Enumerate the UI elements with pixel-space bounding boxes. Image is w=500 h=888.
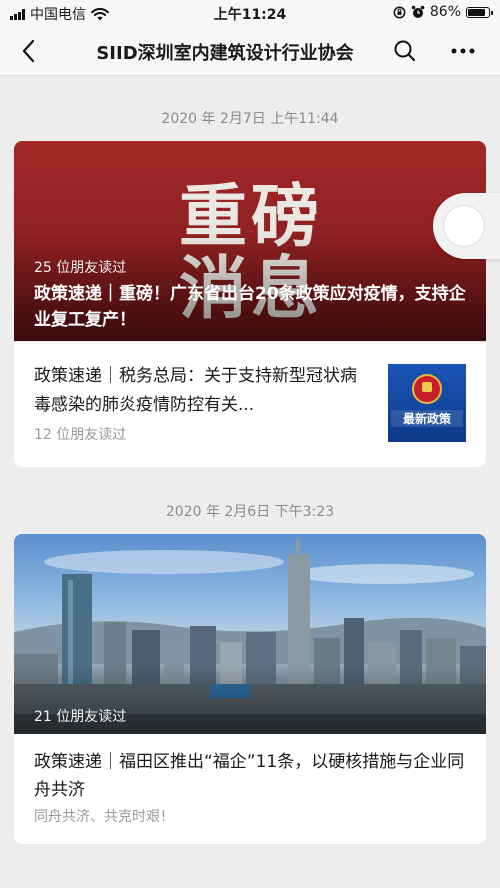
alarm-icon <box>411 5 425 18</box>
battery-fill <box>468 8 486 16</box>
floating-app-icon <box>443 205 485 247</box>
article-thumbnail: 最新政策 <box>388 364 466 442</box>
emblem-icon <box>412 374 442 404</box>
battery-percent: 86% <box>429 4 461 20</box>
read-count: 25 位朋友读过 <box>34 260 127 276</box>
more-dots-icon[interactable] <box>448 38 478 64</box>
article-card: 重磅 消息 25 位朋友读过 政策速递｜重磅！广东省出台20条政策应对疫情，支持… <box>14 141 486 467</box>
sub-article[interactable]: 政策速递｜税务总局：关于支持新型冠状病毒感染的肺炎疫情防控有关... 12 位朋… <box>14 341 486 467</box>
back-arrow-icon[interactable] <box>14 36 44 66</box>
read-count: 12 位朋友读过 <box>34 427 127 443</box>
battery-icon <box>466 6 493 18</box>
status-right: 86% <box>393 4 493 20</box>
search-icon[interactable] <box>392 38 418 64</box>
nav-bar: SIID深圳室内建筑设计行业协会 <box>0 26 500 76</box>
article-card[interactable]: 21 位朋友读过 政策速递｜福田区推出“福企”11条，以硬核措施与企业同舟共济 … <box>14 534 486 844</box>
feed-timestamp: 2020 年 2月6日 下午3:23 <box>165 504 335 520</box>
thumbnail-label: 最新政策 <box>391 410 463 427</box>
feed-timestamp: 2020 年 2月7日 上午11:44 <box>161 111 339 127</box>
hero-article[interactable]: 重磅 消息 25 位朋友读过 政策速递｜重磅！广东省出台20条政策应对疫情，支持… <box>14 141 486 341</box>
floating-window-bubble[interactable] <box>433 193 500 259</box>
hero-title: 政策速递｜重磅！广东省出台20条政策应对疫情，支持企业复工复产！ <box>34 284 466 330</box>
article-title: 政策速递｜福田区推出“福企”11条，以硬核措施与企业同舟共济 <box>34 752 465 800</box>
hero-image: 21 位朋友读过 <box>14 534 486 734</box>
read-count: 21 位朋友读过 <box>34 709 127 725</box>
page-title: SIID深圳室内建筑设计行业协会 <box>96 43 354 64</box>
status-bar: 中国电信 上午11:24 86% <box>0 0 500 26</box>
lock-rotation-icon <box>393 6 406 18</box>
sub-article-title: 政策速递｜税务总局：关于支持新型冠状病毒感染的肺炎疫情防控有关... <box>34 366 357 415</box>
article-description: 同舟共济、共克时艰！ <box>34 809 174 825</box>
